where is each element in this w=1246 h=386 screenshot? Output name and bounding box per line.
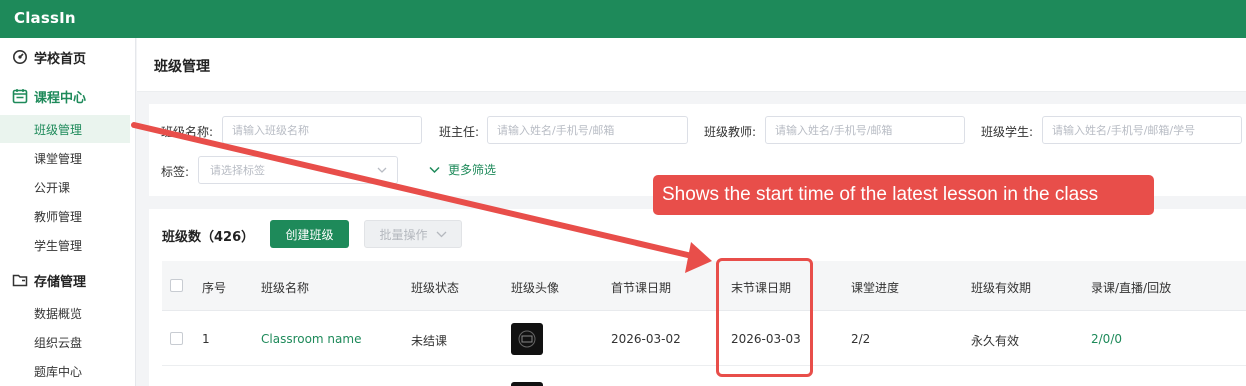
sidebar-item-student-management[interactable]: 学生管理 xyxy=(0,231,130,259)
tags-select-placeholder: 请选择标签 xyxy=(210,164,265,177)
sidebar-item-org-cloud-drive[interactable]: 组织云盘 xyxy=(0,328,130,356)
dashboard-icon xyxy=(13,50,27,64)
chevron-down-icon xyxy=(436,231,446,237)
sidebar-item-class-management[interactable]: 班级管理 xyxy=(0,115,130,143)
sidebar-item-teacher-management[interactable]: 教师管理 xyxy=(0,202,130,230)
annotation-callout-text: Shows the start time of the latest lesso… xyxy=(662,184,1099,205)
row-validity: 永久有效 xyxy=(971,334,1020,348)
sidebar-item-lesson-management[interactable]: 课堂管理 xyxy=(0,144,130,172)
last-lesson-column-highlight xyxy=(716,258,813,377)
class-avatar-image xyxy=(518,330,536,348)
column-header-class-name: 班级名称 xyxy=(261,281,310,295)
folder-icon xyxy=(12,274,28,287)
sidebar-group-course-center[interactable]: 课程中心 xyxy=(12,85,86,107)
row-class-name-link[interactable]: Classroom name xyxy=(261,332,361,346)
sidebar-group-school-home[interactable]: 学校首页 xyxy=(12,46,86,68)
row-first-lesson-date: 2026-03-02 xyxy=(611,332,681,346)
column-header-index: 序号 xyxy=(202,281,227,295)
row-index: 1 xyxy=(202,332,210,346)
column-header-first-lesson-date: 首节课日期 xyxy=(611,281,672,295)
sidebar-item-question-bank[interactable]: 题库中心 xyxy=(0,357,130,385)
sidebar-group-label: 学校首页 xyxy=(34,51,87,67)
class-count: 班级数（426） xyxy=(162,230,255,245)
sidebar-item-data-overview[interactable]: 数据概览 xyxy=(0,299,130,327)
head-teacher-label: 班主任: xyxy=(439,125,480,139)
class-avatar xyxy=(511,382,543,386)
row-recordings-link[interactable]: 2/0/0 xyxy=(1091,332,1122,346)
calendar-icon xyxy=(12,89,28,104)
create-class-button[interactable]: 创建班级 xyxy=(270,220,349,248)
row-progress: 2/2 xyxy=(851,332,871,346)
column-header-class-avatar: 班级头像 xyxy=(511,281,560,295)
column-header-validity: 班级有效期 xyxy=(971,281,1032,295)
sidebar-group-label: 课程中心 xyxy=(34,90,87,106)
row-class-status: 未结课 xyxy=(411,334,448,348)
row-checkbox[interactable] xyxy=(170,332,183,345)
table-header xyxy=(162,261,1246,311)
sidebar-item-open-class[interactable]: 公开课 xyxy=(0,173,130,201)
class-teacher-input[interactable] xyxy=(765,116,965,144)
head-teacher-input[interactable] xyxy=(487,116,688,144)
annotation-callout: Shows the start time of the latest lesso… xyxy=(653,175,1154,215)
class-name-label: 班级名称: xyxy=(161,125,214,139)
column-header-recordings: 录课/直播/回放 xyxy=(1091,281,1172,295)
class-avatar xyxy=(511,323,543,355)
sidebar-group-storage[interactable]: 存储管理 xyxy=(12,269,86,291)
tags-select[interactable]: 请选择标签 xyxy=(198,156,398,184)
page-title: 班级管理 xyxy=(154,59,210,75)
chevron-down-icon xyxy=(429,166,440,173)
class-name-input[interactable] xyxy=(222,116,422,144)
more-filters-label: 更多筛选 xyxy=(448,163,497,177)
class-student-label: 班级学生: xyxy=(981,125,1034,139)
page-header: 班级管理 xyxy=(137,38,1246,92)
more-filters-link[interactable]: 更多筛选 xyxy=(429,161,496,178)
chevron-down-icon xyxy=(377,167,387,173)
select-all-checkbox[interactable] xyxy=(170,279,183,292)
row-divider xyxy=(162,365,1246,366)
class-teacher-label: 班级教师: xyxy=(704,125,757,139)
top-bar: ClassIn xyxy=(0,0,1246,38)
classin-logo[interactable]: ClassIn xyxy=(14,9,76,27)
column-header-class-status: 班级状态 xyxy=(411,281,460,295)
column-header-progress: 课堂进度 xyxy=(851,281,900,295)
sidebar-group-label: 存储管理 xyxy=(34,274,87,290)
tags-label: 标签: xyxy=(161,165,190,179)
class-student-input[interactable] xyxy=(1042,116,1242,144)
sidebar: 学校首页 课程中心 班级管理 课堂管理 公开课 教师管理 学生管理 存储管理 数… xyxy=(0,38,136,386)
batch-actions-button[interactable]: 批量操作 xyxy=(364,220,462,248)
